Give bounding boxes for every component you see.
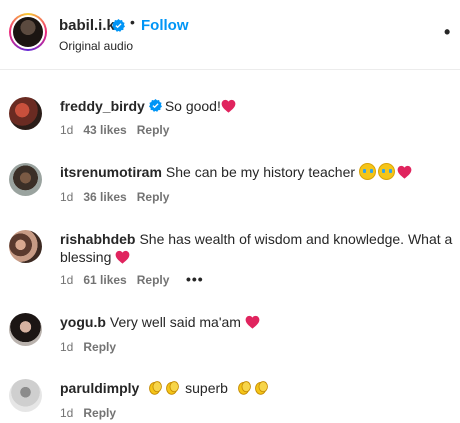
commenter-avatar[interactable] (9, 230, 42, 263)
author-photo (13, 17, 43, 47)
clapping-hands-icon (166, 381, 180, 395)
comment-likes[interactable]: 61 likes (83, 273, 126, 287)
reply-button[interactable]: Reply (137, 273, 170, 287)
comment-text: She has wealth of wisdom and knowledge. … (139, 231, 453, 247)
comment-likes[interactable]: 43 likes (83, 123, 126, 137)
red-heart-icon (397, 165, 412, 179)
commenter-avatar[interactable] (9, 163, 42, 196)
comment-text: She can be my history teacher (165, 164, 356, 180)
commenter-avatar[interactable] (9, 379, 42, 412)
comment-username[interactable]: yogu.b (60, 314, 106, 330)
clapping-hands-icon (237, 381, 251, 395)
verified-badge-icon (112, 19, 125, 32)
comment-username[interactable]: freddy_birdy (60, 98, 145, 114)
comment-time: 1d (60, 340, 74, 354)
comment-options-icon[interactable]: ••• (186, 271, 204, 287)
author-avatar[interactable] (9, 13, 47, 51)
comment-text: Very well said ma'am (109, 314, 241, 330)
crying-face-icon (377, 163, 395, 180)
commenter-avatar[interactable] (9, 313, 42, 346)
red-heart-icon (245, 315, 260, 329)
red-heart-icon (221, 99, 236, 113)
comment-text-continued: blessing (60, 249, 112, 265)
comment-time: 1d (60, 190, 74, 204)
reply-button[interactable]: Reply (83, 406, 116, 420)
follow-button[interactable]: Follow (141, 17, 189, 34)
verified-badge-icon (148, 99, 162, 112)
comment-time: 1d (60, 406, 74, 420)
post-header: babil.i.k • Follow Original audio • (0, 0, 460, 70)
reply-button[interactable]: Reply (137, 190, 170, 204)
comment-text: So good! (164, 98, 221, 114)
comment-username[interactable]: paruldimply (60, 380, 139, 396)
reply-button[interactable]: Reply (137, 123, 170, 137)
commenter-avatar[interactable] (9, 97, 42, 130)
crying-face-icon (358, 163, 376, 180)
author-username[interactable]: babil.i.k (59, 17, 115, 34)
reply-button[interactable]: Reply (83, 340, 116, 354)
audio-label[interactable]: Original audio (59, 39, 133, 53)
red-heart-icon (115, 250, 130, 264)
separator-dot: • (130, 14, 135, 30)
clapping-hands-icon (254, 381, 268, 395)
comment-text: superb (185, 380, 228, 396)
clapping-hands-icon (149, 381, 163, 395)
comment-time: 1d (60, 273, 74, 287)
more-options-icon[interactable]: • (444, 22, 450, 43)
comment-time: 1d (60, 123, 74, 137)
comment-username[interactable]: itsrenumotiram (60, 164, 162, 180)
comment-likes[interactable]: 36 likes (83, 190, 126, 204)
comment-username[interactable]: rishabhdeb (60, 231, 135, 247)
